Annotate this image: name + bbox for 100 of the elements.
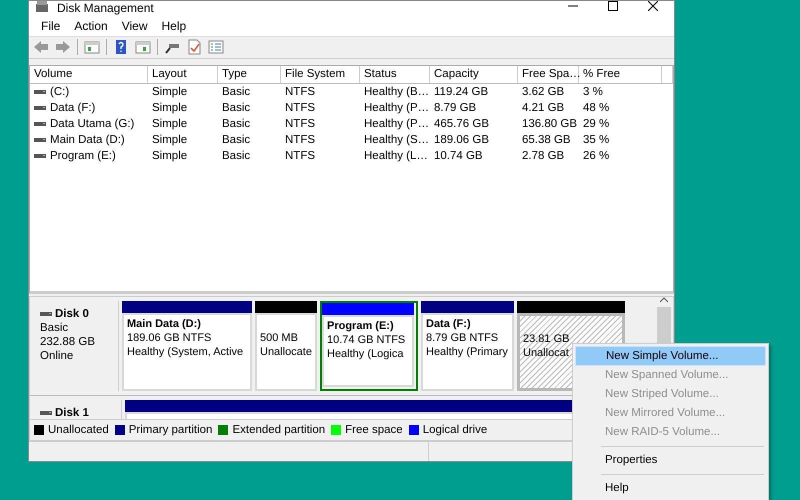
partition-size: 8.79 GB NTFS bbox=[426, 330, 498, 345]
table-cell-text: Simple bbox=[151, 85, 188, 100]
forward-arrow-icon[interactable] bbox=[55, 39, 71, 56]
partition-name: Data (F:) bbox=[426, 316, 471, 331]
partition-size: 189.06 GB NTFS bbox=[127, 330, 212, 345]
drive-icon bbox=[34, 89, 46, 96]
window-title: Disk Management bbox=[57, 1, 154, 15]
menu-item[interactable]: Help bbox=[156, 17, 192, 36]
drive-icon bbox=[34, 153, 46, 160]
table-cell-text: Simple bbox=[151, 133, 188, 148]
table-cell-text: 3 % bbox=[582, 85, 604, 100]
table-cell-text: NTFS bbox=[284, 133, 316, 148]
table-cell-text: Basic bbox=[221, 101, 252, 116]
drive-icon bbox=[34, 105, 46, 112]
table-cell-text: Healthy (P… bbox=[363, 117, 430, 132]
checklist-icon[interactable] bbox=[186, 39, 202, 56]
partition-status: Unallocate bbox=[260, 344, 312, 359]
context-menu-item[interactable]: New Simple Volume... bbox=[575, 346, 766, 366]
column-header[interactable]: Volume bbox=[30, 66, 148, 84]
app-icon bbox=[35, 1, 49, 13]
table-cell-text: NTFS bbox=[284, 85, 316, 100]
disk-name: Disk 0 bbox=[55, 306, 89, 321]
table-cell: Data (F:) bbox=[50, 102, 96, 114]
partition-size: 10.74 GB NTFS bbox=[327, 332, 406, 347]
table-cell-text: Basic bbox=[221, 85, 252, 100]
table-cell-text: 26 % bbox=[582, 149, 610, 164]
table-cell-text: 2.78 GB bbox=[521, 149, 566, 164]
column-header[interactable]: Free Spa… bbox=[518, 66, 579, 84]
partition-block[interactable]: Main Data (D:) 189.06 GB NTFS Healthy (System, Active bbox=[122, 312, 252, 391]
disk-info: 232.88 GB bbox=[40, 334, 96, 349]
menu-item[interactable]: View bbox=[116, 17, 154, 36]
table-cell-text: Simple bbox=[151, 149, 188, 164]
table-cell-text: Basic bbox=[221, 133, 252, 148]
help-icon[interactable] bbox=[113, 39, 129, 56]
table-cell-text: NTFS bbox=[284, 149, 316, 164]
legend-label: Primary partition bbox=[128, 424, 212, 436]
legend-label: Extended partition bbox=[232, 424, 326, 436]
menu-item[interactable]: Action bbox=[68, 17, 114, 36]
drive-icon bbox=[34, 121, 46, 128]
table-cell-text: Healthy (B… bbox=[363, 85, 430, 100]
table-cell-text: 119.24 GB bbox=[433, 85, 490, 100]
partition-size: 500 MB bbox=[260, 330, 298, 345]
disk-info: Basic bbox=[40, 320, 70, 335]
back-arrow-icon[interactable] bbox=[33, 39, 49, 56]
table-cell-text: 35 % bbox=[582, 133, 610, 148]
table-cell-text: 189.06 GB bbox=[433, 133, 490, 148]
drive-icon bbox=[34, 137, 46, 144]
partition-name: Program (E:) bbox=[327, 318, 394, 333]
disk-info: Online bbox=[40, 348, 74, 363]
disk-name: Disk 1 bbox=[55, 406, 89, 419]
column-header[interactable]: % Free bbox=[579, 66, 662, 84]
table-cell-text: 10.74 GB bbox=[433, 149, 484, 164]
table-cell-text: Healthy (S… bbox=[363, 133, 430, 148]
table-cell: (C:) bbox=[50, 86, 70, 98]
table-cell-text: Basic bbox=[221, 117, 252, 132]
table-cell-text: 8.79 GB bbox=[433, 101, 478, 116]
table-cell-text: Basic bbox=[221, 149, 252, 164]
legend-label: Unallocated bbox=[48, 424, 109, 436]
context-menu-item[interactable]: Help bbox=[575, 479, 766, 498]
table-cell-text: 3.62 GB bbox=[521, 85, 566, 100]
table-cell-text: 48 % bbox=[582, 101, 610, 116]
partition-block[interactable]: 500 MB Unallocate bbox=[255, 312, 317, 391]
column-header[interactable]: Type bbox=[218, 66, 281, 84]
column-header[interactable]: File System bbox=[281, 66, 360, 84]
table-cell: Main Data (D:) bbox=[50, 134, 125, 146]
table-cell-text: 65.38 GB bbox=[521, 133, 572, 148]
partition-status: Healthy (Primary bbox=[426, 344, 508, 359]
column-header[interactable]: Capacity bbox=[430, 66, 518, 84]
console-tree-icon[interactable] bbox=[84, 39, 100, 56]
column-header[interactable]: Layout bbox=[148, 66, 218, 84]
legend-label: Logical drive bbox=[422, 424, 488, 436]
table-cell-text: 29 % bbox=[582, 117, 610, 132]
partition-status: Healthy (Logica bbox=[327, 346, 404, 361]
table-cell-text: Healthy (P… bbox=[363, 101, 430, 116]
table-cell: Data Utama (G:) bbox=[50, 118, 134, 130]
list-icon[interactable] bbox=[208, 39, 224, 56]
close-icon[interactable] bbox=[648, 1, 658, 11]
table-cell-text: NTFS bbox=[284, 117, 316, 132]
action-pane-icon[interactable] bbox=[135, 39, 151, 56]
partition-status: Unallocat bbox=[523, 346, 569, 360]
partition-block[interactable]: Program (E:) 10.74 GB NTFS Healthy (Logica bbox=[322, 314, 414, 387]
table-cell-text: Simple bbox=[151, 117, 188, 132]
column-header[interactable]: Status bbox=[360, 66, 430, 84]
menu-item[interactable]: File bbox=[35, 17, 66, 36]
table-cell: Program (E:) bbox=[50, 150, 116, 162]
table-cell-text: 4.21 GB bbox=[521, 101, 566, 116]
partition-name: Main Data (D:) bbox=[127, 316, 201, 331]
context-menu-item[interactable]: Properties bbox=[575, 451, 766, 470]
partition-status: Healthy (System, Active bbox=[127, 344, 244, 359]
maximize-icon[interactable] bbox=[608, 1, 618, 11]
table-cell-text: 136.80 GB bbox=[521, 117, 578, 132]
table-cell-text: 465.76 GB bbox=[433, 117, 490, 132]
legend-label: Free space bbox=[345, 424, 403, 436]
drive-icon bbox=[40, 410, 52, 416]
partition-size: 23.81 GB bbox=[523, 332, 570, 346]
table-cell-text: Healthy (L… bbox=[363, 149, 429, 164]
table-cell-text: NTFS bbox=[284, 101, 316, 116]
partition-block[interactable]: Data (F:) 8.79 GB NTFS Healthy (Primary bbox=[421, 312, 514, 391]
table-cell-text: Simple bbox=[151, 101, 188, 116]
drive-icon bbox=[40, 310, 52, 317]
